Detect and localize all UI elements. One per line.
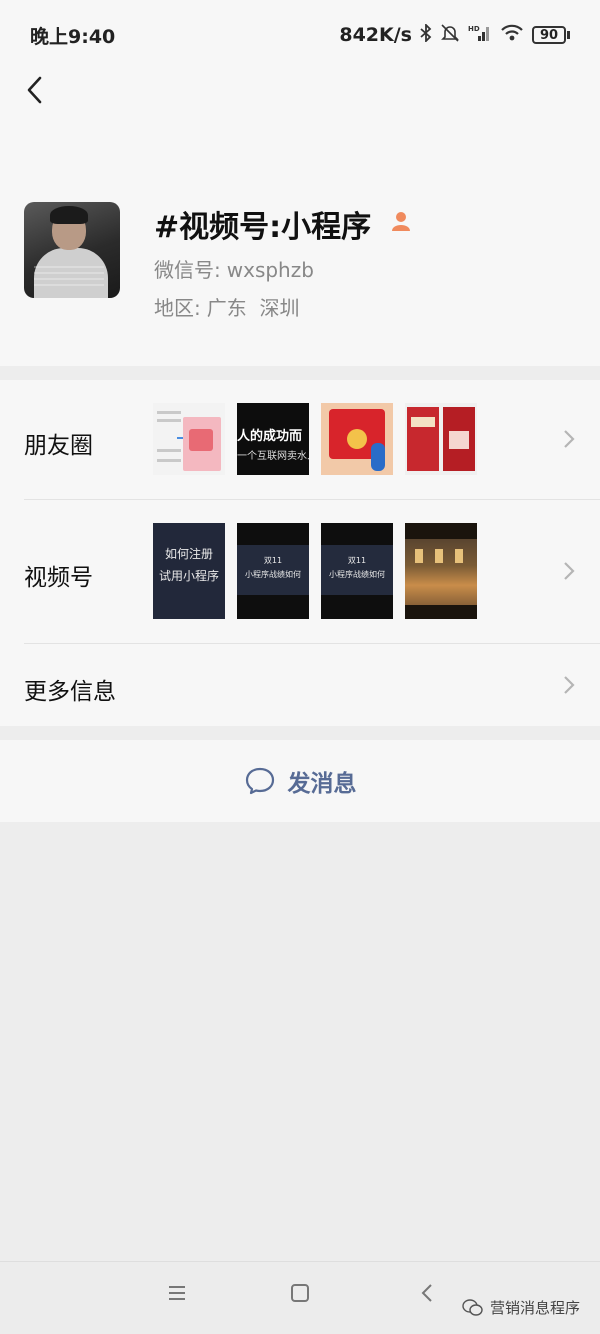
chevron-left-icon	[27, 76, 42, 104]
info-card: 朋友圈 人的成功而 一个互联网卖水人 视频号 如何注册 试用小程序 双11 小程…	[0, 380, 600, 726]
status-time: 晚上9:40	[30, 25, 116, 48]
back-button[interactable]	[16, 72, 52, 108]
channels-thumb-3-line-2: 小程序战绩如何	[329, 570, 385, 579]
mute-bell-icon	[440, 23, 460, 48]
row-channels[interactable]: 视频号 如何注册 试用小程序 双11 小程序战绩如何 双11 小程序战绩如何	[0, 500, 600, 643]
wechat-id-line: 微信号: wxsphzb	[154, 254, 314, 283]
person-verified-icon	[392, 212, 410, 231]
avatar[interactable]	[24, 202, 120, 298]
channels-label: 视频号	[24, 565, 93, 591]
hd-signal-icon: HD	[468, 23, 492, 48]
battery-icon: 90	[532, 26, 570, 44]
top-nav	[0, 70, 600, 130]
channels-thumb-4	[405, 523, 477, 619]
channels-thumb-1: 如何注册 试用小程序	[153, 523, 225, 619]
row-moments[interactable]: 朋友圈 人的成功而 一个互联网卖水人	[0, 380, 600, 499]
chevron-right-icon	[564, 562, 575, 580]
profile-name: #视频号:小程序	[154, 210, 372, 245]
battery-level: 90	[532, 26, 566, 44]
send-message-label: 发消息	[287, 771, 357, 797]
wechat-id-value: wxsphzb	[226, 258, 314, 282]
channels-thumb-1-line-2: 试用小程序	[158, 569, 219, 583]
moments-thumb-2-line-2: 一个互联网卖水人	[237, 451, 309, 462]
region-label: 地区:	[154, 296, 201, 320]
chevron-right-icon	[564, 430, 575, 448]
channels-thumb-3: 双11 小程序战绩如何	[321, 523, 393, 619]
channels-thumb-2-line-2: 小程序战绩如何	[245, 570, 301, 579]
more-info-label: 更多信息	[24, 679, 116, 705]
channels-thumb-3-line-1: 双11	[347, 556, 367, 565]
watermark: 营销消息程序	[462, 1297, 580, 1318]
region-value: 广东 深圳	[206, 296, 300, 320]
network-speed: 842K/s	[339, 24, 412, 46]
moments-thumb-3	[321, 403, 393, 475]
chat-bubble-icon	[245, 767, 274, 795]
wifi-icon	[500, 23, 524, 48]
channels-thumb-2: 双11 小程序战绩如何	[237, 523, 309, 619]
row-more-info[interactable]: 更多信息	[0, 644, 600, 726]
triangle-back-icon[interactable]	[416, 1282, 438, 1304]
region-line: 地区: 广东 深圳	[154, 292, 299, 321]
wechat-id-label: 微信号:	[154, 258, 221, 282]
menu-icon[interactable]	[166, 1282, 188, 1304]
status-icons: 842K/s HD 90	[339, 22, 570, 48]
status-bar: 晚上9:40 842K/s HD 90	[0, 0, 600, 70]
moments-thumb-2-line-1: 人的成功而	[237, 429, 303, 444]
watermark-text: 营销消息程序	[490, 1299, 581, 1317]
wechat-logo-icon	[462, 1298, 483, 1316]
channels-thumb-2-line-1: 双11	[263, 556, 283, 565]
moments-thumb-4	[405, 403, 477, 475]
moments-thumb-2: 人的成功而 一个互联网卖水人	[237, 403, 309, 475]
square-home-icon[interactable]	[289, 1282, 311, 1304]
bluetooth-icon	[420, 22, 432, 47]
moments-label: 朋友圈	[24, 433, 93, 459]
profile-header: #视频号:小程序 微信号: wxsphzb 地区: 广东 深圳	[0, 130, 600, 366]
moments-thumb-1	[153, 403, 225, 475]
send-message-button[interactable]: 发消息	[0, 740, 600, 822]
svg-text:HD: HD	[468, 25, 480, 33]
chevron-right-icon	[564, 676, 575, 694]
channels-thumb-1-line-1: 如何注册	[164, 547, 213, 561]
